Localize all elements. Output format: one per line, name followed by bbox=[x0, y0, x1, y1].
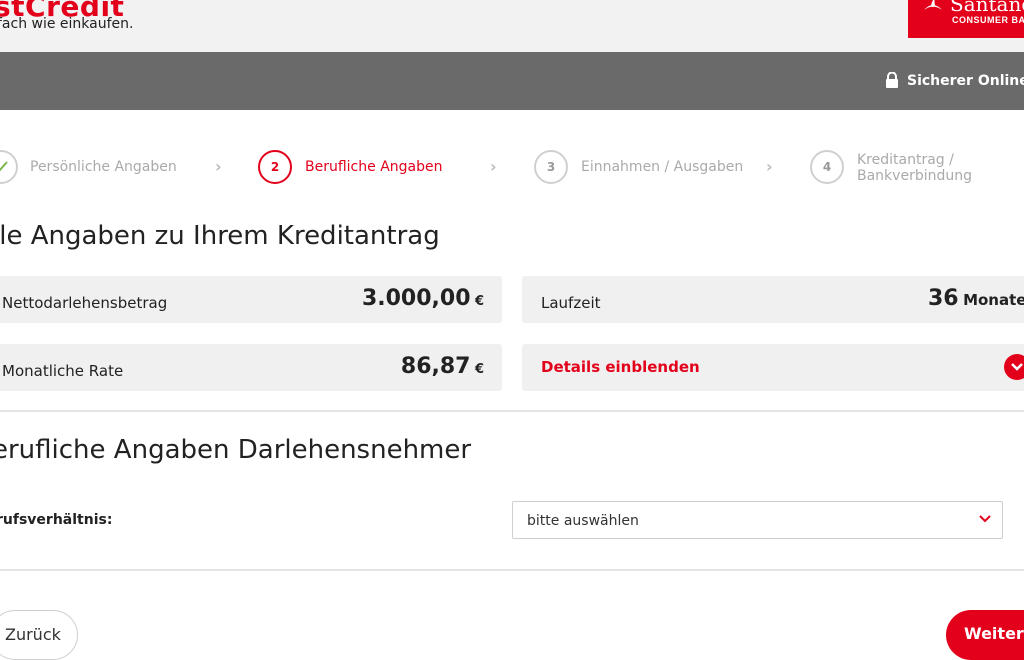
monthly-rate: 86,87 € bbox=[401, 354, 484, 379]
details-toggle-box[interactable]: Details einblenden bbox=[522, 344, 1024, 391]
monthly-rate-unit: € bbox=[474, 362, 484, 377]
details-link[interactable]: Details einblenden bbox=[541, 358, 700, 376]
net-amount-box: Nettodarlehensbetrag 3.000,00 € bbox=[0, 276, 502, 323]
step-2-label: Berufliche Angaben bbox=[305, 159, 443, 175]
step-4-circle: 4 bbox=[810, 150, 844, 184]
step-chevron-icon: › bbox=[490, 157, 497, 176]
bank-name: Santand bbox=[950, 0, 1024, 16]
back-button-label: Zurück bbox=[5, 625, 61, 644]
net-amount-value: 3.000,00 bbox=[361, 286, 471, 311]
section-divider bbox=[0, 569, 1024, 571]
step-4-label-line1: Kreditantrag / bbox=[857, 152, 954, 168]
brand-tagline: fach wie einkaufen. bbox=[0, 16, 134, 32]
term: 36 Monate bbox=[928, 286, 1024, 311]
back-button[interactable]: Zurück bbox=[0, 610, 78, 660]
next-button[interactable]: Weiter bbox=[946, 610, 1024, 660]
step-4-label-line2: Bankverbindung bbox=[857, 168, 972, 184]
page-header: stCredit fach wie einkaufen. Santand CON… bbox=[0, 0, 1024, 52]
net-amount-unit: € bbox=[474, 294, 484, 309]
employment-label: rufsverhältnis: bbox=[0, 512, 113, 528]
chevron-down-icon bbox=[979, 515, 991, 523]
bank-subtitle: CONSUMER BAN bbox=[952, 15, 1024, 25]
employment-select-value: bitte auswählen bbox=[527, 513, 639, 529]
step-chevron-icon: › bbox=[215, 157, 222, 176]
summary-heading: lle Angaben zu Ihrem Kreditantrag bbox=[0, 221, 440, 251]
monthly-rate-value: 86,87 bbox=[400, 354, 471, 379]
flame-icon bbox=[924, 0, 942, 10]
step-1-label: Persönliche Angaben bbox=[30, 159, 177, 175]
step-1-circle bbox=[0, 150, 18, 184]
santander-logo: Santand CONSUMER BAN bbox=[908, 0, 1024, 38]
monthly-rate-box: Monatliche Rate 86,87 € bbox=[0, 344, 502, 391]
chevron-down-icon[interactable] bbox=[1004, 354, 1024, 380]
lock-icon bbox=[886, 72, 898, 88]
net-amount-label: Nettodarlehensbetrag bbox=[2, 294, 168, 312]
section-divider bbox=[0, 410, 1024, 412]
term-label: Laufzeit bbox=[541, 294, 601, 312]
secure-bar: Sicherer Online-A bbox=[0, 52, 1024, 110]
term-unit: Monate bbox=[963, 291, 1024, 309]
term-box: Laufzeit 36 Monate bbox=[522, 276, 1024, 323]
term-value: 36 bbox=[928, 286, 959, 311]
monthly-rate-label: Monatliche Rate bbox=[2, 362, 124, 380]
net-amount: 3.000,00 € bbox=[362, 286, 484, 311]
step-3-circle: 3 bbox=[534, 150, 568, 184]
step-chevron-icon: › bbox=[766, 157, 773, 176]
step-3-label: Einnahmen / Ausgaben bbox=[581, 159, 744, 175]
secure-connection-label: Sicherer Online-A bbox=[907, 73, 1024, 89]
employment-heading: erufliche Angaben Darlehensnehmer bbox=[0, 435, 472, 465]
step-2-circle: 2 bbox=[258, 150, 292, 184]
next-button-label: Weiter bbox=[964, 624, 1024, 643]
employment-select[interactable]: bitte auswählen bbox=[512, 501, 1003, 539]
check-icon bbox=[0, 161, 8, 172]
